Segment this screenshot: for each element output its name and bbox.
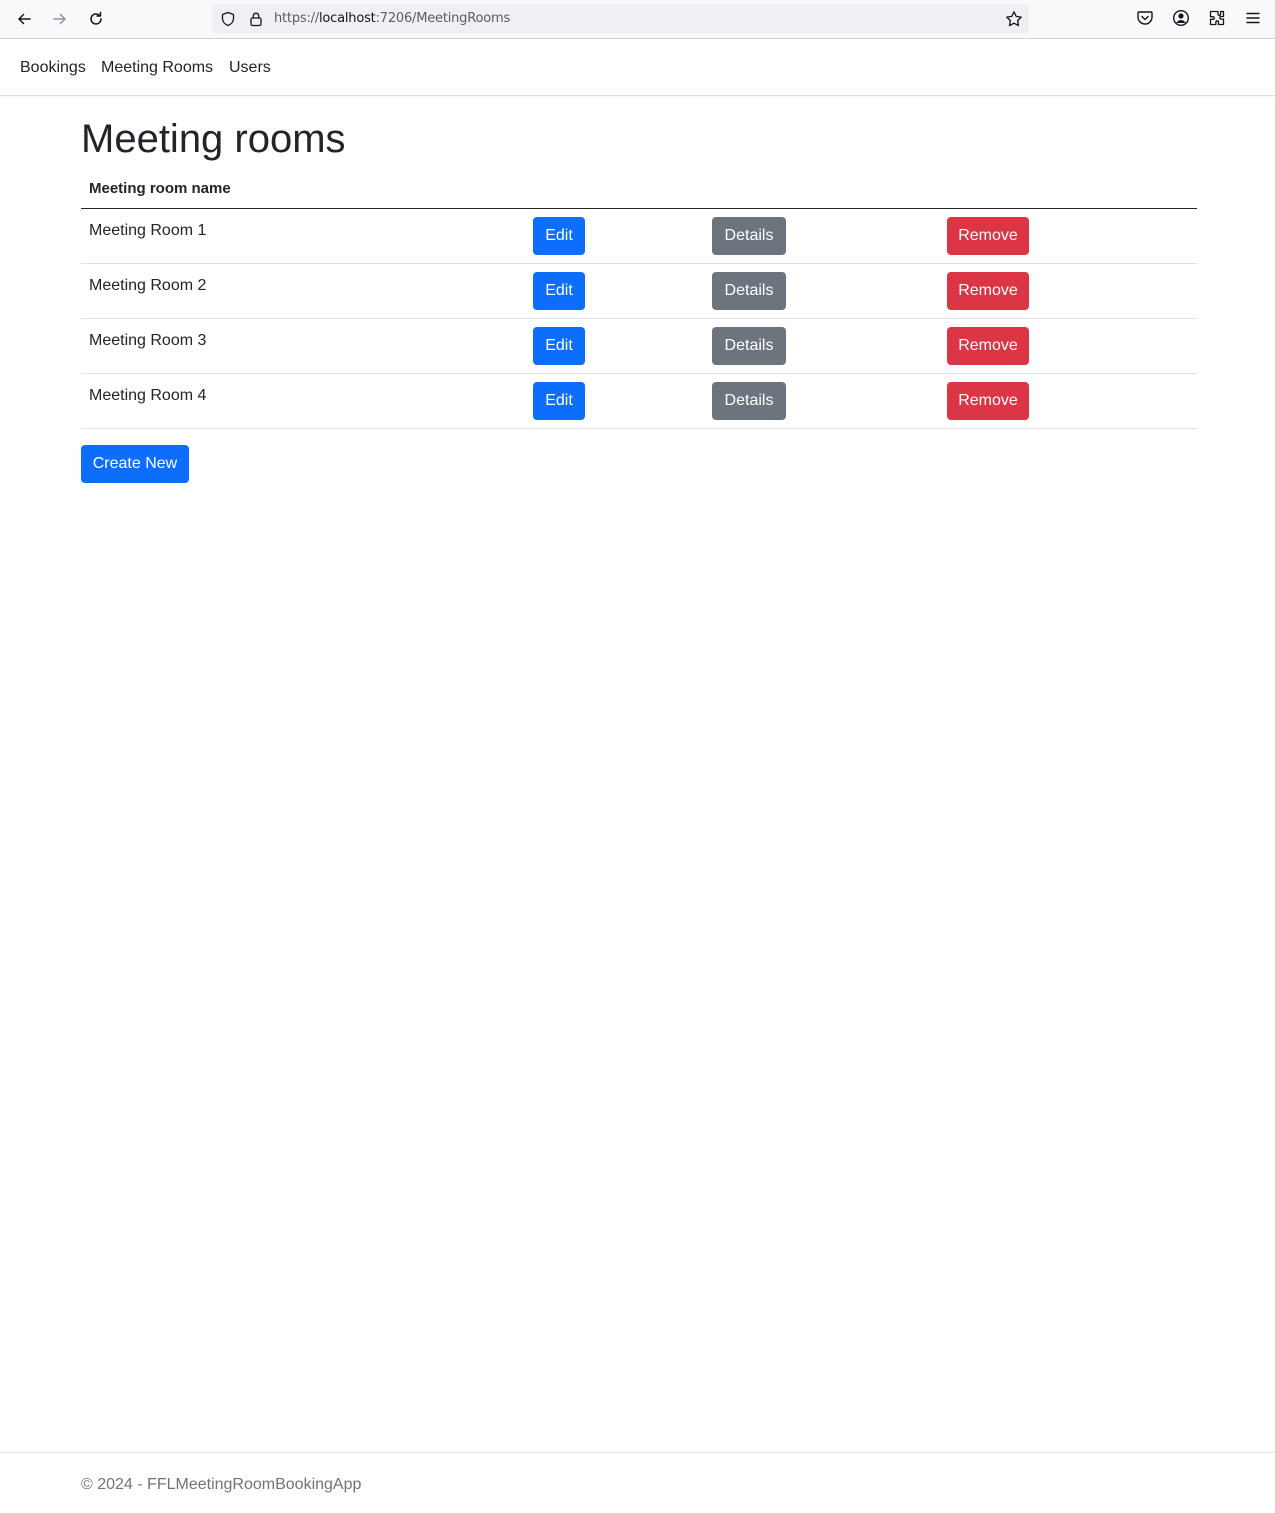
account-icon[interactable] (1172, 9, 1190, 27)
details-button[interactable]: Details (712, 327, 786, 365)
table-row: Meeting Room 4 Edit Details Remove (81, 374, 1197, 429)
room-name: Meeting Room 2 (89, 277, 207, 294)
app-navbar: Bookings Meeting Rooms Users (0, 39, 1275, 96)
nav-link-bookings[interactable]: Bookings (20, 59, 86, 77)
pocket-icon[interactable] (1136, 9, 1154, 27)
browser-toolbar: https://localhost:7206/MeetingRooms (0, 0, 1275, 39)
star-icon[interactable] (1005, 10, 1023, 28)
forward-icon[interactable] (46, 5, 74, 33)
edit-button[interactable]: Edit (533, 382, 585, 420)
room-name: Meeting Room 1 (89, 222, 207, 239)
remove-button[interactable]: Remove (947, 272, 1029, 310)
reload-icon[interactable] (82, 5, 110, 33)
footer: © 2024 - FFLMeetingRoomBookingApp (0, 1452, 1275, 1513)
extensions-icon[interactable] (1208, 9, 1226, 27)
url-host: localhost (319, 11, 376, 26)
url-text[interactable]: https://localhost:7206/MeetingRooms (274, 11, 510, 27)
url-scheme: https:// (274, 11, 319, 26)
url-path: :7206/MeetingRooms (375, 11, 511, 26)
room-name: Meeting Room 4 (89, 387, 207, 404)
edit-button[interactable]: Edit (533, 272, 585, 310)
page-title: Meeting rooms (81, 117, 346, 161)
table-header: Meeting room name (81, 172, 1197, 209)
nav-link-meeting-rooms[interactable]: Meeting Rooms (101, 59, 213, 77)
nav-link-users[interactable]: Users (229, 59, 271, 77)
table-row: Meeting Room 3 Edit Details Remove (81, 319, 1197, 374)
meeting-rooms-table: Meeting room name Meeting Room 1 Edit De… (81, 172, 1197, 429)
menu-icon[interactable] (1244, 9, 1262, 27)
table-row: Meeting Room 1 Edit Details Remove (81, 209, 1197, 264)
remove-button[interactable]: Remove (947, 382, 1029, 420)
room-name: Meeting Room 3 (89, 332, 207, 349)
footer-copyright: © 2024 - FFLMeetingRoomBookingApp (81, 1476, 362, 1493)
remove-button[interactable]: Remove (947, 327, 1029, 365)
table-row: Meeting Room 2 Edit Details Remove (81, 264, 1197, 319)
lock-icon[interactable] (248, 11, 264, 27)
column-header-name: Meeting room name (89, 180, 231, 197)
edit-button[interactable]: Edit (533, 327, 585, 365)
shield-icon[interactable] (220, 11, 236, 27)
details-button[interactable]: Details (712, 382, 786, 420)
create-new-button[interactable]: Create New (81, 445, 189, 483)
back-icon[interactable] (10, 5, 38, 33)
details-button[interactable]: Details (712, 217, 786, 255)
details-button[interactable]: Details (712, 272, 786, 310)
edit-button[interactable]: Edit (533, 217, 585, 255)
url-bar[interactable]: https://localhost:7206/MeetingRooms (212, 4, 1029, 34)
remove-button[interactable]: Remove (947, 217, 1029, 255)
